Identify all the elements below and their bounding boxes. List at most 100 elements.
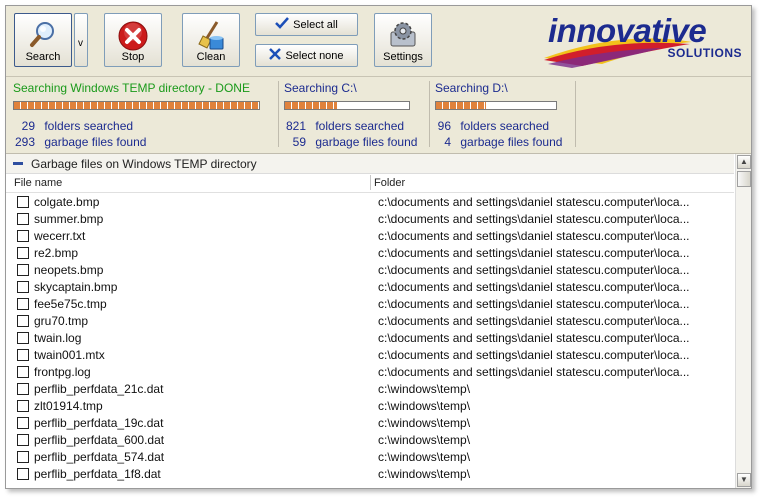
table-row[interactable]: frontpg.log c:\documents and settings\dan… [6, 364, 734, 381]
column-header: File name Folder [6, 174, 734, 193]
folder-cell: c:\documents and settings\daniel statesc… [378, 263, 690, 277]
scroll-thumb[interactable] [737, 171, 751, 187]
temp-status-title: Searching Windows TEMP directory - DONE [13, 81, 250, 95]
table-row[interactable]: gru70.tmp c:\documents and settings\danie… [6, 313, 734, 330]
clean-label: Clean [196, 51, 226, 63]
folder-cell: c:\windows\temp\ [378, 416, 471, 430]
folder-cell: c:\windows\temp\ [378, 433, 471, 447]
collapse-minus-icon[interactable] [13, 162, 23, 165]
row-checkbox[interactable] [17, 230, 29, 242]
temp-progress-fill [14, 102, 259, 109]
logo-subtext: SOLUTIONS [667, 46, 742, 60]
table-row[interactable]: zlt01914.tmp c:\windows\temp\ [6, 398, 734, 415]
stop-x-icon [117, 20, 149, 55]
folder-cell: c:\windows\temp\ [378, 399, 471, 413]
row-checkbox[interactable] [17, 247, 29, 259]
row-checkbox[interactable] [17, 196, 29, 208]
temp-garbage-label: garbage files found [44, 135, 147, 149]
file-name-cell: perflib_perfdata_19c.dat [34, 416, 164, 430]
table-row[interactable]: neopets.bmp c:\documents and settings\dan… [6, 262, 734, 279]
scroll-up-arrow-icon[interactable]: ▲ [737, 155, 751, 169]
group-header[interactable]: Garbage files on Windows TEMP directory [6, 154, 734, 174]
temp-garbage-row: 293 garbage files found [13, 135, 146, 149]
table-row[interactable]: twain001.mtx c:\documents and settings\da… [6, 347, 734, 364]
table-row[interactable]: re2.bmp c:\documents and settings\daniel … [6, 245, 734, 262]
vertical-scrollbar[interactable]: ▲ ▼ [735, 154, 751, 488]
row-checkbox[interactable] [17, 281, 29, 293]
logo-text: innovative [548, 12, 707, 49]
chevron-down-icon: v [78, 38, 83, 49]
drive-d-garbage-count: 4 [444, 135, 451, 149]
settings-label: Settings [383, 51, 423, 63]
stop-button[interactable]: Stop [104, 13, 162, 67]
file-name-cell: colgate.bmp [34, 195, 100, 209]
drive-d-status-title: Searching D:\ [435, 81, 508, 95]
file-name-cell: gru70.tmp [34, 314, 89, 328]
file-name-cell: re2.bmp [34, 246, 79, 260]
row-checkbox[interactable] [17, 383, 29, 395]
table-row[interactable]: perflib_perfdata_600.dat c:\windows\temp\ [6, 432, 734, 449]
column-header-file-name[interactable]: File name [14, 177, 62, 189]
drive-d-folders-count: 96 [437, 119, 451, 133]
folder-cell: c:\documents and settings\daniel statesc… [378, 229, 690, 243]
table-row[interactable]: perflib_perfdata_19c.dat c:\windows\temp\ [6, 415, 734, 432]
column-header-folder[interactable]: Folder [374, 177, 405, 189]
row-checkbox[interactable] [17, 349, 29, 361]
table-row[interactable]: wecerr.txt c:\documents and settings\dani… [6, 228, 734, 245]
row-checkbox[interactable] [17, 366, 29, 378]
folder-cell: c:\documents and settings\daniel statesc… [378, 195, 690, 209]
select-none-button[interactable]: Select none [255, 44, 358, 67]
file-name-cell: skycaptain.bmp [34, 280, 118, 294]
temp-folders-label: folders searched [44, 119, 134, 133]
table-row[interactable]: perflib_perfdata_574.dat c:\windows\temp\ [6, 449, 734, 466]
row-checkbox[interactable] [17, 264, 29, 276]
table-row[interactable]: summer.bmp c:\documents and settings\dani… [6, 211, 734, 228]
drive-d-progress-bar [435, 101, 557, 110]
column-resize-handle[interactable] [370, 175, 371, 190]
search-dropdown-button[interactable]: v [74, 13, 88, 67]
clean-button[interactable]: Clean [182, 13, 240, 67]
table-row[interactable]: twain.log c:\documents and settings\danie… [6, 330, 734, 347]
checkmark-icon [275, 17, 290, 32]
folder-cell: c:\documents and settings\daniel statesc… [378, 331, 690, 345]
file-name-cell: neopets.bmp [34, 263, 104, 277]
scroll-down-arrow-icon[interactable]: ▼ [737, 473, 751, 487]
settings-button[interactable]: Settings [374, 13, 432, 67]
file-name-cell: perflib_perfdata_21c.dat [34, 382, 164, 396]
x-icon [269, 48, 282, 63]
folder-cell: c:\windows\temp\ [378, 450, 471, 464]
row-checkbox[interactable] [17, 468, 29, 480]
row-checkbox[interactable] [17, 298, 29, 310]
temp-folders-row: 29 folders searched [13, 119, 133, 133]
row-checkbox[interactable] [17, 315, 29, 327]
drive-d-status: Searching D:\ 96 folders searched 4 garb… [435, 81, 576, 149]
stop-label: Stop [121, 51, 145, 63]
file-name-cell: wecerr.txt [34, 229, 86, 243]
drive-c-garbage-label: garbage files found [315, 135, 418, 149]
row-checkbox[interactable] [17, 213, 29, 225]
drive-c-progress-fill [285, 102, 338, 109]
table-row[interactable]: perflib_perfdata_21c.dat c:\windows\temp\ [6, 381, 734, 398]
select-none-label: Select none [285, 49, 344, 62]
group-title: Garbage files on Windows TEMP directory [31, 157, 257, 171]
row-checkbox[interactable] [17, 434, 29, 446]
temp-folders-count: 29 [21, 119, 35, 133]
search-button[interactable]: Search [14, 13, 72, 67]
table-row[interactable]: colgate.bmp c:\documents and settings\dan… [6, 194, 734, 211]
gear-icon [387, 20, 419, 53]
table-row[interactable]: fee5e75c.tmp c:\documents and settings\da… [6, 296, 734, 313]
row-checkbox[interactable] [17, 332, 29, 344]
drive-d-folders-row: 96 folders searched [435, 119, 549, 133]
row-checkbox[interactable] [17, 451, 29, 463]
folder-cell: c:\documents and settings\daniel statesc… [378, 212, 690, 226]
table-row[interactable]: skycaptain.bmp c:\documents and settings\… [6, 279, 734, 296]
magnifier-icon [28, 20, 58, 53]
row-checkbox[interactable] [17, 400, 29, 412]
drive-c-garbage-row: 59 garbage files found [284, 135, 418, 149]
folder-cell: c:\documents and settings\daniel statesc… [378, 348, 690, 362]
drive-d-garbage-label: garbage files found [460, 135, 563, 149]
row-checkbox[interactable] [17, 417, 29, 429]
select-all-button[interactable]: Select all [255, 13, 358, 36]
table-row[interactable]: perflib_perfdata_1f8.dat c:\windows\temp\ [6, 466, 734, 483]
drive-c-folders-count: 821 [285, 119, 306, 133]
